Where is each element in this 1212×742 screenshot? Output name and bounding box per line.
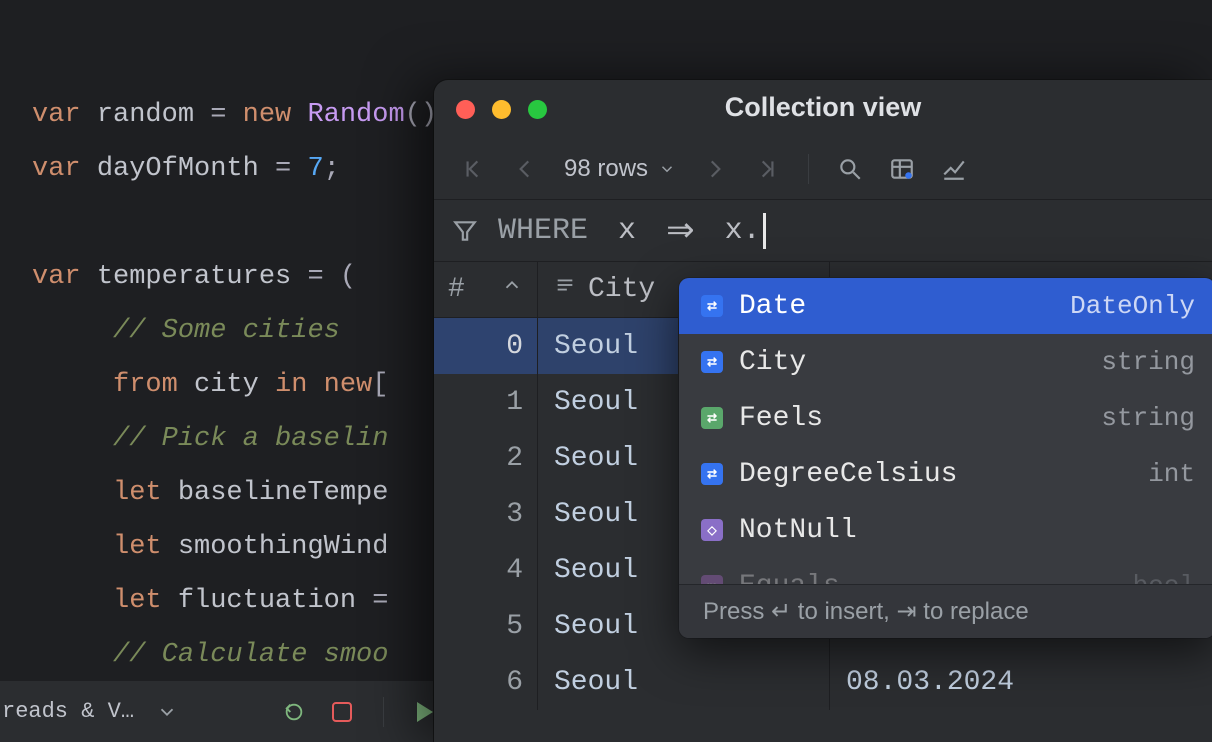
search-icon[interactable] [837, 156, 863, 182]
autocomplete-popup: ⇄ Date DateOnly ⇄ City string ⇄ Feels st… [679, 278, 1212, 638]
columns-icon[interactable] [889, 156, 915, 182]
threads-dropdown-label[interactable]: reads & V… [2, 699, 134, 724]
autocomplete-item[interactable]: ⇄ Date DateOnly [679, 278, 1212, 334]
stop-debug-icon[interactable] [327, 697, 357, 727]
row-count-dropdown[interactable]: 98 rows [564, 155, 676, 183]
number-literal: 7 [307, 154, 323, 184]
keyword: var [32, 100, 81, 130]
text-column-icon [554, 274, 576, 305]
maximize-window-button[interactable] [528, 100, 547, 119]
identifier: random [97, 100, 194, 130]
filter-bar: WHERE x ⇒ x. [434, 200, 1212, 262]
row-count-label: 98 rows [564, 155, 648, 183]
toolbar: 98 rows [434, 138, 1212, 200]
last-page-icon[interactable] [754, 156, 780, 182]
autocomplete-item[interactable]: ⇄ DegreeCelsius int [679, 446, 1212, 502]
filter-expression-input[interactable]: WHERE x ⇒ x. [498, 210, 766, 252]
lambda-arrow-icon: ⇒ [666, 210, 695, 252]
cell-index: 0 [434, 318, 538, 374]
extension-method-icon: ◇ [699, 517, 725, 543]
filter-icon[interactable] [452, 218, 478, 244]
close-window-button[interactable] [456, 100, 475, 119]
autocomplete-item[interactable]: ⇄ City string [679, 334, 1212, 390]
filter-keyword: WHERE [498, 214, 588, 248]
field-icon: ⇄ [699, 293, 725, 319]
table-row[interactable]: 6 Seoul 08.03.2024 [434, 654, 1212, 710]
window-title: Collection view [725, 92, 922, 123]
restart-debug-icon[interactable] [279, 697, 309, 727]
minimize-window-button[interactable] [492, 100, 511, 119]
prev-page-icon[interactable] [512, 156, 538, 182]
first-page-icon[interactable] [460, 156, 486, 182]
chart-icon[interactable] [941, 156, 967, 182]
window-controls [456, 100, 547, 119]
field-icon: ⇄ [699, 461, 725, 487]
chevron-down-icon [658, 160, 676, 178]
sort-asc-icon[interactable] [501, 274, 523, 305]
next-page-icon[interactable] [702, 156, 728, 182]
field-icon: ⇄ [699, 405, 725, 431]
chevron-down-icon[interactable] [152, 697, 182, 727]
autocomplete-hint: Press ↵ to insert, ⇥ to replace [679, 584, 1212, 638]
separator [383, 697, 384, 727]
autocomplete-item[interactable]: ⇄ Feels string [679, 390, 1212, 446]
debug-bar: reads & V… [0, 680, 440, 742]
text-cursor [763, 213, 766, 249]
comment: // Some cities [113, 316, 340, 346]
type-name: Random [307, 100, 404, 130]
field-icon: ⇄ [699, 349, 725, 375]
autocomplete-item[interactable]: ◇ NotNull [679, 502, 1212, 558]
separator [808, 154, 809, 184]
column-header-index[interactable]: # [434, 262, 538, 317]
titlebar[interactable]: Collection view [434, 80, 1212, 138]
